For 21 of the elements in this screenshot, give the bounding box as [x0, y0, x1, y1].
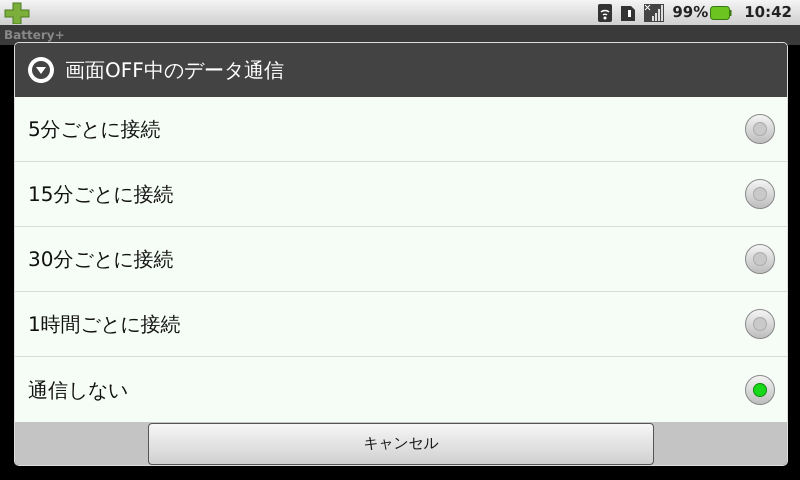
radio-button[interactable] [745, 374, 775, 404]
radio-button[interactable] [745, 244, 775, 274]
cancel-button[interactable]: キャンセル [148, 422, 654, 464]
dialog-title: 画面OFF中のデータ通信 [65, 57, 284, 84]
radio-button[interactable] [745, 114, 775, 144]
option-row[interactable]: 15分ごとに接続 [15, 162, 787, 227]
option-row[interactable]: 通信しない [15, 357, 787, 422]
battery-icon [710, 6, 732, 20]
app-title: Battery+ [4, 27, 65, 44]
sd-card-icon [620, 4, 636, 22]
option-row[interactable]: 5分ごとに接続 [15, 97, 787, 162]
radio-button[interactable] [745, 309, 775, 339]
option-row[interactable]: 1時間ごとに接続 [15, 292, 787, 357]
clock: 10:42 [744, 2, 792, 24]
radio-button[interactable] [745, 179, 775, 209]
wifi-icon [598, 4, 612, 22]
dropdown-icon [27, 56, 55, 84]
signal-icon [644, 4, 664, 22]
battery-percent: 99% [672, 2, 708, 24]
plus-icon [4, 2, 30, 24]
option-row[interactable]: 30分ごとに接続 [15, 227, 787, 292]
